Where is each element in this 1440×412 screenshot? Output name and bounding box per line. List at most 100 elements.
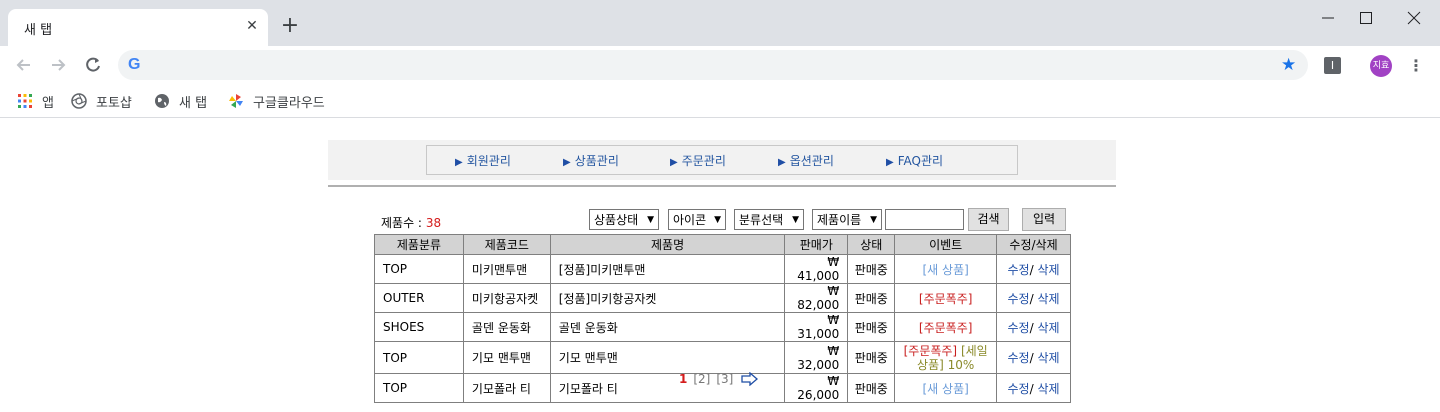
event-cell: [새 상품] — [894, 254, 998, 284]
name-cell: [정품]미키맨투맨 — [549, 254, 786, 284]
apps-grid-icon — [17, 93, 33, 109]
delete-link[interactable]: 삭제 — [1037, 382, 1059, 396]
name-cell: 골덴 운동화 — [549, 312, 786, 342]
chevron-down-icon: ▼ — [870, 214, 877, 225]
edit-link[interactable]: 수정 — [1008, 263, 1030, 277]
tab-strip: 새 탭 ✕ + — [0, 0, 1440, 46]
table-row: SHOES 골덴 운동화 골덴 운동화 ₩ 31,000 판매중 [주문폭주] … — [374, 312, 1071, 342]
status-cell: 판매중 — [847, 312, 896, 342]
product-count: 제품수 : 38 — [381, 216, 442, 230]
category-cell: OUTER — [374, 283, 464, 313]
icon-select[interactable]: 아이콘 ▼ — [668, 209, 726, 230]
price-cell: ₩ 41,000 — [784, 254, 849, 284]
chevron-down-icon: ▼ — [647, 214, 654, 225]
nav-product-management[interactable]: ▶ 상품관리 — [563, 152, 619, 169]
delete-link[interactable]: 삭제 — [1037, 292, 1059, 306]
delete-link[interactable]: 삭제 — [1037, 351, 1059, 365]
globe-icon — [154, 93, 170, 109]
new-tab-plus-icon[interactable]: + — [280, 15, 300, 37]
event-badge: [새 상품] — [922, 381, 969, 396]
profile-avatar[interactable]: 지효 — [1370, 55, 1392, 77]
address-bar[interactable]: G — [118, 50, 1308, 80]
event-cell: [주문폭주] — [894, 283, 998, 313]
forward-arrow-icon[interactable] — [48, 55, 68, 75]
name-cell: 기모 맨투맨 — [549, 341, 786, 374]
search-field-select[interactable]: 제품이름 ▼ — [812, 209, 882, 230]
action-cell: 수정/ 삭제 — [996, 283, 1071, 313]
back-arrow-icon[interactable] — [14, 55, 34, 75]
edit-link[interactable]: 수정 — [1008, 351, 1030, 365]
input-button[interactable]: 입력 — [1022, 208, 1066, 231]
event-cell: [주문폭주] — [894, 312, 998, 342]
play-arrow-icon: ▶ — [455, 157, 463, 168]
event-badge: [주문폭주] — [918, 291, 973, 306]
next-page-arrow-icon[interactable] — [741, 371, 759, 387]
bookmark-star-icon[interactable]: ★ — [1281, 55, 1296, 75]
delete-link[interactable]: 삭제 — [1037, 321, 1059, 335]
browser-toolbar: G — [0, 46, 1440, 84]
category-cell: TOP — [374, 341, 464, 374]
chevron-down-icon: ▼ — [714, 214, 721, 225]
event-badge: [주문폭주] — [918, 320, 973, 335]
close-icon[interactable]: ✕ — [244, 18, 260, 34]
search-button[interactable]: 검색 — [968, 208, 1009, 231]
code-cell: 골덴 운동화 — [462, 312, 551, 342]
window-close-icon[interactable] — [1404, 8, 1424, 28]
pinwheel-icon — [228, 93, 244, 109]
action-cell: 수정/ 삭제 — [996, 254, 1071, 284]
divider — [328, 185, 1116, 187]
browser-tab[interactable]: 새 탭 ✕ — [8, 9, 268, 46]
play-arrow-icon: ▶ — [563, 157, 571, 168]
price-cell: ₩ 32,000 — [784, 341, 849, 374]
play-arrow-icon: ▶ — [778, 157, 786, 168]
admin-nav-menu: ▶ 회원관리 ▶ 상품관리 ▶ 주문관리 ▶ 옵션관리 ▶ FAQ관리 — [426, 145, 1018, 175]
bookmark-new-tab[interactable]: 새 탭 — [154, 91, 207, 111]
edit-link[interactable]: 수정 — [1008, 321, 1030, 335]
column-header: 이벤트 — [894, 234, 998, 255]
bookmark-photoshop[interactable]: 포토샵 — [71, 91, 132, 111]
nav-option-management[interactable]: ▶ 옵션관리 — [778, 152, 834, 169]
column-header: 제품분류 — [374, 234, 464, 255]
tab-title: 새 탭 — [24, 23, 53, 38]
bookmark-label: 포토샵 — [96, 95, 132, 111]
bookmark-google-cloud[interactable]: 구글클라우드 — [228, 91, 325, 111]
event-badge: [주문폭주] — [903, 343, 958, 358]
page-link[interactable]: [2] — [693, 372, 710, 386]
extension-icon[interactable]: I — [1324, 57, 1341, 74]
delete-link[interactable]: 삭제 — [1037, 263, 1059, 277]
maximize-icon[interactable] — [1356, 8, 1376, 28]
event-cell: [새 상품] — [894, 373, 998, 403]
price-cell: ₩ 82,000 — [784, 283, 849, 313]
code-cell: 미키맨투맨 — [462, 254, 551, 284]
nav-member-management[interactable]: ▶ 회원관리 — [455, 152, 511, 169]
admin-nav-bar: ▶ 회원관리 ▶ 상품관리 ▶ 주문관리 ▶ 옵션관리 ▶ FAQ관리 — [328, 140, 1116, 180]
search-input[interactable] — [885, 209, 964, 230]
code-cell: 기모 맨투맨 — [462, 341, 551, 374]
price-cell: ₩ 31,000 — [784, 312, 849, 342]
bookmarks-bar: 앱 포토샵 새 탭 구글클라우드 — [0, 84, 1440, 118]
minimize-icon[interactable] — [1318, 8, 1338, 28]
aperture-icon — [71, 93, 87, 109]
edit-link[interactable]: 수정 — [1008, 382, 1030, 396]
bookmark-label: 구글클라우드 — [253, 95, 325, 111]
price-cell: ₩ 26,000 — [784, 373, 849, 403]
bookmark-apps[interactable]: 앱 — [17, 91, 54, 111]
action-cell: 수정/ 삭제 — [996, 341, 1071, 374]
category-cell: TOP — [374, 254, 464, 284]
page-link[interactable]: [3] — [716, 372, 733, 386]
category-select[interactable]: 분류선택 ▼ — [734, 209, 804, 230]
product-count-value: 38 — [425, 216, 442, 230]
nav-faq-management[interactable]: ▶ FAQ관리 — [886, 152, 943, 169]
column-header: 수정/삭제 — [996, 234, 1071, 255]
edit-link[interactable]: 수정 — [1008, 292, 1030, 306]
nav-order-management[interactable]: ▶ 주문관리 — [670, 152, 726, 169]
status-select[interactable]: 상품상태 ▼ — [589, 209, 659, 230]
more-menu-icon[interactable]: ⋮ — [1408, 55, 1424, 77]
reload-icon[interactable] — [83, 55, 103, 75]
page-current[interactable]: 1 — [679, 372, 687, 386]
event-badge: [새 상품] — [922, 262, 969, 277]
name-cell: [정품]미키항공자켓 — [549, 283, 786, 313]
category-cell: SHOES — [374, 312, 464, 342]
play-arrow-icon: ▶ — [670, 157, 678, 168]
code-cell: 기모폴라 티 — [462, 373, 551, 403]
